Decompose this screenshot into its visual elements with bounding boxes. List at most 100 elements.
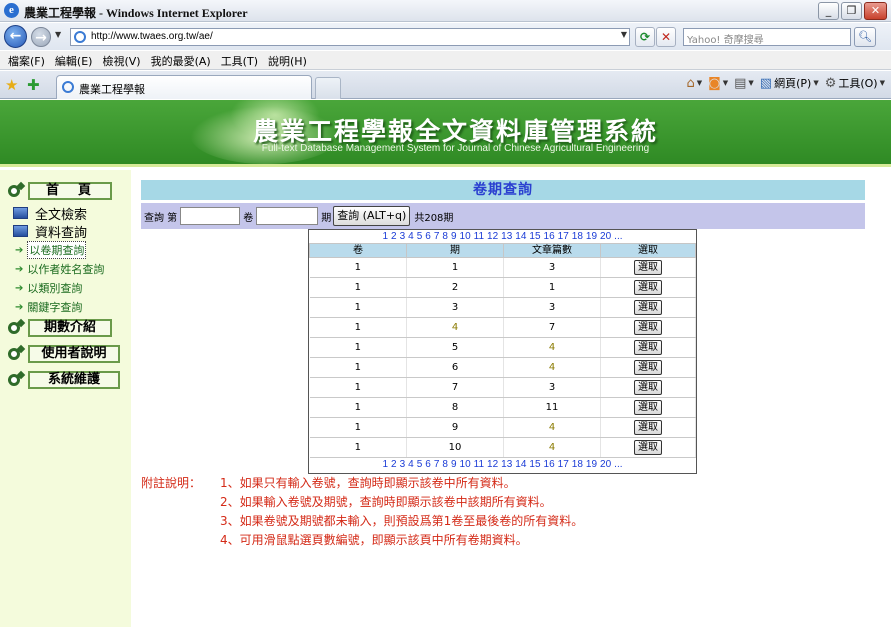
select-button[interactable]: 選取 (634, 420, 662, 435)
print-button[interactable]: ▤ ▼ (734, 76, 754, 91)
page-link[interactable]: ... (614, 459, 622, 470)
feeds-button[interactable]: ◙ ▼ (708, 76, 728, 91)
page-link[interactable]: 19 (586, 231, 597, 242)
page-link[interactable]: 6 (425, 231, 431, 242)
home-button[interactable]: ⌂ ▼ (686, 76, 702, 91)
address-input[interactable]: http://www.twaes.org.tw/ae/ ▼ (70, 28, 630, 46)
select-button[interactable]: 選取 (634, 260, 662, 275)
menu-favorites[interactable]: 我的最愛(A) (147, 51, 217, 69)
page-link[interactable]: 6 (425, 459, 431, 470)
page-link[interactable]: 10 (460, 231, 471, 242)
page-link[interactable]: 1 (382, 459, 388, 470)
page-link[interactable]: 13 (501, 459, 512, 470)
page-link[interactable]: 20 (600, 231, 611, 242)
table-row: 1 5 4 選取 (309, 337, 696, 358)
page-link[interactable]: 8 (442, 231, 448, 242)
page-link[interactable]: 20 (600, 459, 611, 470)
page-link[interactable]: 11 (474, 459, 484, 470)
page-link[interactable]: 18 (572, 231, 583, 242)
page-link[interactable]: 11 (474, 231, 484, 242)
page-link[interactable]: 5 (417, 459, 423, 470)
page-link[interactable]: 16 (544, 459, 555, 470)
page-link[interactable]: 9 (451, 459, 457, 470)
search-icon[interactable]: 🔍︎ (854, 27, 876, 47)
new-tab-button[interactable] (315, 77, 341, 99)
page-link[interactable]: 14 (515, 231, 526, 242)
sidebar-item-home[interactable]: 首 頁 (8, 182, 112, 200)
sidebar-item-issues[interactable]: 期數介紹 (8, 319, 112, 337)
page-link[interactable]: 8 (442, 459, 448, 470)
select-button[interactable]: 選取 (634, 320, 662, 335)
menu-edit[interactable]: 編輯(E) (51, 51, 99, 69)
page-link[interactable]: 14 (515, 459, 526, 470)
sidebar-link-volume-query[interactable]: ➔ 以卷期查詢 (15, 241, 87, 259)
menu-tools[interactable]: 工具(T) (217, 51, 264, 69)
page-link[interactable]: 19 (586, 459, 597, 470)
page-link[interactable]: 17 (558, 231, 569, 242)
tools-menu-button[interactable]: ⚙ 工具(O) ▼ (825, 75, 885, 91)
volume-input[interactable] (180, 207, 241, 225)
sidebar-item-maintenance[interactable]: 系統維護 (8, 371, 120, 389)
tab-title: 農業工程學報 (79, 83, 145, 96)
sidebar-item-fulltext[interactable]: 全文檢索 (13, 204, 87, 223)
select-button[interactable]: 選取 (634, 280, 662, 295)
select-button[interactable]: 選取 (634, 440, 662, 455)
page-link[interactable]: 5 (417, 231, 423, 242)
query-button[interactable]: 查詢 (ALT+q) (333, 206, 411, 226)
address-dropdown-icon[interactable]: ▼ (621, 30, 627, 39)
sidebar-item-userguide[interactable]: 使用者說明 (8, 345, 120, 363)
forward-arrow-icon[interactable]: → (31, 27, 51, 47)
page-menu-button[interactable]: ▧ 網頁(P) ▼ (760, 75, 819, 91)
page-link[interactable]: 9 (451, 231, 457, 242)
page-link[interactable]: 4 (408, 459, 414, 470)
cell-article-count: 3 (503, 257, 601, 278)
favorites-star-icon[interactable]: ★ (5, 76, 18, 94)
history-dropdown-icon[interactable]: ▼ (55, 30, 61, 39)
page-link[interactable]: 17 (558, 459, 569, 470)
restore-icon[interactable]: ❐ (841, 2, 862, 20)
page-link[interactable]: 13 (501, 231, 512, 242)
window-title: 農業工程學報 - Windows Internet Explorer (24, 6, 248, 20)
refresh-icon[interactable]: ⟳ (635, 27, 655, 47)
minimize-icon[interactable]: _ (818, 2, 839, 20)
cell-volume: 1 (309, 277, 407, 298)
tab-current[interactable]: 農業工程學報 (56, 75, 312, 99)
select-button[interactable]: 選取 (634, 340, 662, 355)
page-link[interactable]: 18 (572, 459, 583, 470)
sidebar-link-keyword-query[interactable]: ➔ 關鍵字查詢 (15, 299, 82, 315)
select-button[interactable]: 選取 (634, 380, 662, 395)
sidebar-item-dataquery[interactable]: 資料查詢 (13, 222, 87, 241)
stop-icon[interactable]: ✕ (656, 27, 676, 47)
page-link[interactable]: 3 (400, 231, 406, 242)
page-link[interactable]: 16 (544, 231, 555, 242)
page-link[interactable]: 7 (434, 459, 440, 470)
menu-file[interactable]: 檔案(F) (4, 51, 51, 69)
page-link[interactable]: 2 (391, 231, 397, 242)
cell-select: 選取 (600, 437, 696, 458)
menu-view[interactable]: 檢視(V) (98, 51, 146, 69)
page-link[interactable]: 4 (408, 231, 414, 242)
add-favorite-icon[interactable]: ✚ (27, 76, 40, 94)
page-link[interactable]: 15 (529, 459, 540, 470)
select-button[interactable]: 選取 (634, 300, 662, 315)
page-link[interactable]: ... (614, 231, 622, 242)
sidebar-link-author-query[interactable]: ➔ 以作者姓名查詢 (15, 261, 104, 277)
page-link[interactable]: 3 (400, 459, 406, 470)
page-link[interactable]: 15 (529, 231, 540, 242)
issue-input[interactable] (256, 207, 319, 225)
page-link[interactable]: 10 (460, 459, 471, 470)
page-link[interactable]: 12 (487, 459, 498, 470)
cell-article-count: 3 (503, 377, 601, 398)
cell-select: 選取 (600, 277, 696, 298)
page-link[interactable]: 7 (434, 231, 440, 242)
back-arrow-icon[interactable]: ← (4, 25, 27, 48)
select-button[interactable]: 選取 (634, 360, 662, 375)
select-button[interactable]: 選取 (634, 400, 662, 415)
search-input[interactable]: Yahoo! 奇摩搜尋 (683, 28, 851, 46)
sidebar-link-category-query[interactable]: ➔ 以類別查詢 (15, 280, 82, 296)
menu-help[interactable]: 說明(H) (264, 51, 313, 69)
page-link[interactable]: 2 (391, 459, 397, 470)
page-link[interactable]: 1 (382, 231, 388, 242)
page-link[interactable]: 12 (487, 231, 498, 242)
close-icon[interactable]: ✕ (864, 2, 887, 20)
